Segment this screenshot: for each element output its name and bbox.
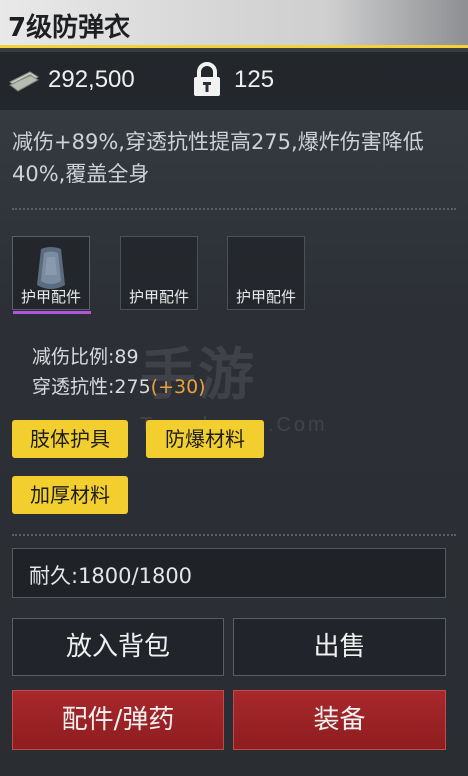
durability-box: 耐久:1800/1800 (12, 548, 446, 598)
slot-label: 护甲配件 (128, 288, 189, 306)
divider-top (12, 208, 456, 210)
locked-value: 125 (234, 66, 275, 93)
slot-label: 护甲配件 (235, 288, 296, 306)
damage-reduction-label: 减伤比例: (32, 346, 115, 368)
armor-attachment-slot-2[interactable]: 护甲配件 (120, 236, 198, 310)
tag-thick-material[interactable]: 加厚材料 (12, 476, 128, 514)
item-detail-panel: 7级防弹衣 292,500 125 减伤+89%,穿透抗性提高275,爆炸伤害降… (0, 0, 468, 776)
tag-blast-material[interactable]: 防爆材料 (146, 420, 264, 458)
divider-bottom (12, 534, 456, 536)
item-title: 7级防弹衣 (8, 13, 131, 43)
slot-selected-underline (13, 311, 91, 314)
tag-limb-armor[interactable]: 肢体护具 (12, 420, 128, 458)
put-in-backpack-button[interactable]: 放入背包 (12, 618, 224, 676)
damage-reduction-value: 89 (114, 346, 139, 368)
penetration-stat: 穿透抗性:275(+30) (32, 372, 206, 399)
lock-icon (194, 62, 220, 96)
cash-icon (9, 71, 39, 92)
title-bar: 7级防弹衣 (0, 0, 468, 48)
cash-value: 292,500 (48, 66, 135, 93)
attachments-ammo-button[interactable]: 配件/弹药 (12, 690, 224, 750)
penetration-value: 275 (114, 376, 151, 398)
item-description: 减伤+89%,穿透抗性提高275,爆炸伤害降低40%,覆盖全身 (12, 130, 424, 186)
equip-button[interactable]: 装备 (233, 690, 446, 750)
currency-row: 292,500 125 (0, 52, 468, 110)
armor-attachment-slot-3[interactable]: 护甲配件 (227, 236, 305, 310)
armor-attachment-slot-1[interactable]: 护甲配件 (12, 236, 91, 314)
penetration-label: 穿透抗性: (32, 376, 115, 398)
durability-text: 耐久:1800/1800 (29, 564, 193, 588)
damage-reduction-stat: 减伤比例:89 (32, 342, 139, 369)
slot-label: 护甲配件 (20, 288, 81, 306)
penetration-bonus: (+30) (150, 376, 206, 398)
sell-button[interactable]: 出售 (233, 618, 446, 676)
